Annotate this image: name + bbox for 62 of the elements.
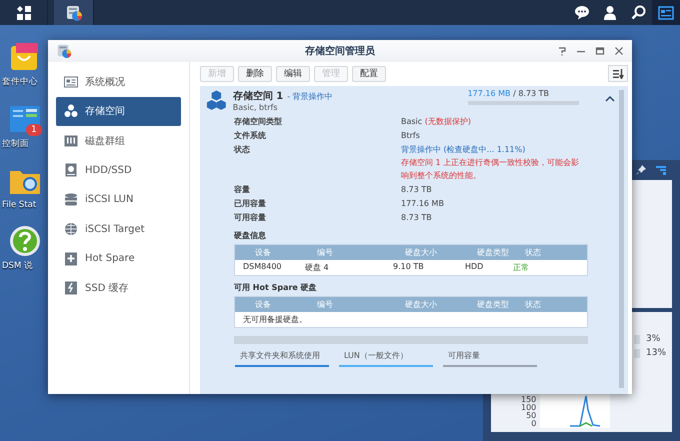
toolbar-button[interactable]: 编辑 [276, 66, 310, 82]
sidebar-item[interactable]: SSD 缓存 [56, 274, 181, 303]
table-cell: HDD [465, 262, 484, 271]
table-cell: 9.10 TB [393, 262, 424, 271]
empty-message: 无可用备援硬盘。 [243, 314, 307, 325]
property-label: 容量 [234, 184, 251, 196]
axis-label: 150 [521, 396, 536, 404]
column-header: 设备 [255, 299, 271, 310]
desktop-icon-label: File Stat [2, 200, 36, 210]
section-title: 可用 Hot Spare 硬盘 [234, 282, 318, 293]
section-title: 硬盘信息 [234, 230, 267, 241]
property-label: 文件系统 [234, 130, 267, 142]
total-size: / 8.73 TB [512, 89, 550, 98]
usage-percent: 13% [646, 348, 668, 358]
column-header: 硬盘类型 [477, 247, 509, 258]
desktop-icon-label: DSM 说 [2, 260, 33, 272]
axis-label: 50 [526, 412, 536, 420]
sidebar-item[interactable]: HDD/SSD [56, 156, 181, 185]
property-value: 177.16 MB [401, 198, 445, 210]
legend-item: 可用容量 [443, 350, 537, 367]
sidebar-item[interactable]: 磁盘群组 [56, 126, 181, 156]
volume-name: 存储空间 1 [232, 90, 284, 103]
column-header: 编号 [317, 299, 333, 310]
legend-item: LUN（一般文件） [339, 350, 433, 367]
property-label: 存储空间类型 [234, 116, 283, 128]
axis-label: 0 [531, 420, 536, 428]
legend-item: 共享文件夹和系统使用 [235, 350, 329, 367]
column-header: 硬盘大小 [405, 299, 437, 310]
table-cell: 正常 [513, 262, 529, 273]
volume-activity: - 背景操作中 [287, 91, 333, 102]
property-label: 可用容量 [234, 212, 267, 224]
column-header: 状态 [525, 299, 541, 310]
window-title: 存储空间管理员 [304, 44, 376, 58]
usage-percent: 3% [646, 334, 662, 344]
table-cell: 硬盘 4 [305, 262, 329, 273]
axis-label: 100 [521, 404, 536, 412]
column-header: 编号 [317, 247, 333, 258]
toolbar-button[interactable]: 配置 [352, 66, 386, 82]
desktop-icon-label: 控制面 [2, 138, 29, 150]
table-cell: DSM8400 [243, 262, 282, 271]
sidebar-item[interactable]: iSCSI Target [56, 214, 181, 244]
column-header: 硬盘类型 [477, 299, 509, 310]
volume-subtitle: Basic, btrfs [232, 103, 279, 112]
sidebar-item[interactable]: iSCSI LUN [56, 185, 181, 214]
sidebar-item[interactable]: Hot Spare [56, 244, 181, 274]
notification-badge: 1 [26, 124, 42, 136]
property-label: 已用容量 [234, 198, 267, 210]
sidebar-item[interactable]: 系统概况 [56, 67, 181, 96]
property-value: 8.73 TB [401, 184, 433, 196]
column-header: 状态 [525, 247, 541, 258]
property-label: 状态 [234, 144, 251, 156]
warning-message: 存储空间 1 上正在进行奇偶一致性校验，可能会影响到整个系统的性能。 [401, 157, 580, 182]
toolbar-button[interactable]: 删除 [238, 66, 272, 82]
column-header: 硬盘大小 [405, 247, 437, 258]
property-value: Btrfs [401, 130, 421, 142]
used-size: 177.16 MB [468, 89, 511, 98]
property-value: Basic (无数据保护) [401, 116, 472, 128]
property-value: 背景操作中 (检查硬盘中... 1.11%) [401, 144, 526, 156]
sidebar-item[interactable]: 存储空间 [56, 96, 181, 126]
property-value: 8.73 TB [401, 212, 433, 224]
desktop-icon-label: 套件中心 [2, 76, 38, 88]
column-header: 设备 [255, 247, 271, 258]
